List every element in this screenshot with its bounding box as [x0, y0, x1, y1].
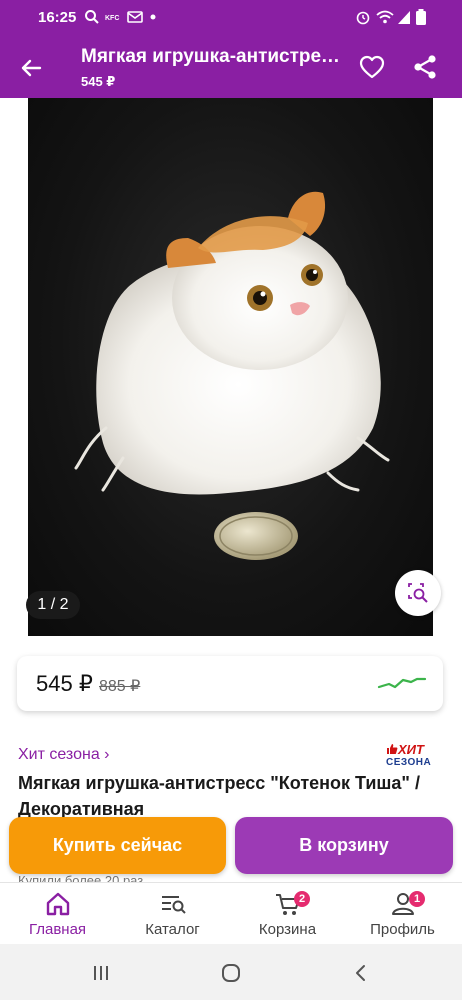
- home-icon: [46, 892, 69, 916]
- battery-icon: [416, 9, 426, 25]
- alarm-icon: [356, 11, 370, 25]
- current-price: 545 ₽: [36, 671, 93, 696]
- product-title: Мягкая игрушка-антистресс "Котенок Тиша"…: [18, 773, 420, 819]
- page-subtitle-price: 545 ₽: [81, 74, 116, 89]
- share-icon: [414, 55, 436, 79]
- wifi-icon: [376, 10, 394, 24]
- favorite-button[interactable]: [355, 50, 389, 84]
- heart-icon: [359, 55, 385, 79]
- system-navigation-bar: [0, 944, 462, 1000]
- profile-badge: 1: [409, 891, 425, 907]
- nav-item-profile[interactable]: 1 Профиль: [345, 883, 460, 945]
- home-circle-icon: [222, 964, 240, 982]
- status-bar: 16:25 KFC: [0, 0, 462, 36]
- product-image[interactable]: [28, 98, 433, 636]
- nav-label-profile: Профиль: [370, 921, 435, 938]
- nav-item-home[interactable]: Главная: [0, 883, 115, 945]
- catalog-icon: [161, 896, 186, 914]
- bottom-navigation: Главная Каталог 2 Корзина 1 Профиль: [0, 882, 462, 944]
- cat-plush-photo: [74, 191, 390, 560]
- arrow-left-icon: [21, 59, 42, 77]
- hit-season-logo: ХИТ СЕЗОНА: [386, 742, 442, 770]
- thumbs-up-icon: [387, 744, 398, 754]
- home-system-button[interactable]: [216, 958, 246, 988]
- nav-label-catalog: Каталог: [145, 921, 200, 938]
- image-counter: 1 / 2: [26, 591, 80, 619]
- price-trend-icon: [377, 677, 427, 689]
- search-icon: [85, 10, 99, 24]
- visual-search-button[interactable]: [395, 570, 441, 616]
- price-card[interactable]: 545 ₽ 885 ₽: [17, 656, 443, 711]
- system-back-button[interactable]: [346, 958, 376, 988]
- hit-logo-bottom-text: СЕЗОНА: [386, 757, 432, 768]
- recent-apps-icon: [94, 966, 108, 980]
- svg-text:KFC: KFC: [105, 15, 119, 22]
- back-button[interactable]: [14, 51, 48, 85]
- nav-item-catalog[interactable]: Каталог: [115, 883, 230, 945]
- hit-season-link[interactable]: Хит сезона ›: [18, 746, 110, 764]
- image-search-icon: [408, 583, 428, 603]
- hit-logo-top-text: ХИТ: [398, 742, 424, 757]
- signal-icon: [398, 11, 410, 24]
- buy-now-button[interactable]: Купить сейчас: [9, 817, 226, 874]
- chevron-left-icon: [356, 965, 365, 981]
- nav-item-cart[interactable]: 2 Корзина: [230, 883, 345, 945]
- status-time: 16:25: [38, 9, 77, 26]
- mail-icon: [127, 11, 143, 23]
- add-to-cart-button[interactable]: В корзину: [235, 817, 453, 874]
- kfc-icon: KFC: [105, 15, 119, 22]
- recent-apps-button[interactable]: [86, 958, 116, 988]
- page-title: Мягкая игрушка-антистресс "Котенок Тиша"…: [81, 46, 343, 67]
- app-bar: Мягкая игрушка-антистресс "Котенок Тиша"…: [0, 36, 462, 98]
- nav-label-home: Главная: [28, 921, 87, 938]
- share-button[interactable]: [408, 50, 442, 84]
- dot-icon: [150, 14, 156, 20]
- nav-label-cart: Корзина: [258, 921, 317, 938]
- old-price: 885 ₽: [99, 678, 141, 695]
- cart-badge: 2: [294, 891, 310, 907]
